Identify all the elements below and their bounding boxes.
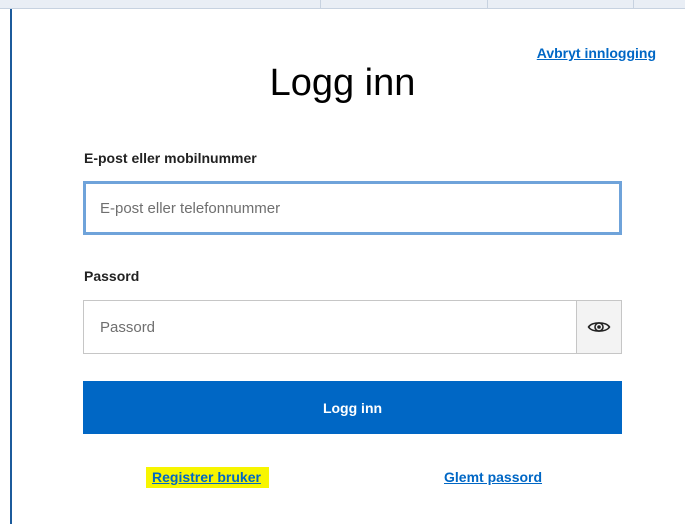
show-password-button[interactable] xyxy=(576,300,622,354)
email-label: E-post eller mobilnummer xyxy=(84,150,257,166)
register-user-link[interactable]: Registrer bruker xyxy=(146,467,269,488)
password-label: Passord xyxy=(84,268,140,284)
password-input[interactable] xyxy=(83,300,576,354)
login-button[interactable]: Logg inn xyxy=(83,381,622,434)
eye-icon xyxy=(587,322,611,332)
email-input[interactable] xyxy=(83,181,622,235)
top-edge-divider xyxy=(633,0,634,9)
login-page: Avbryt innlogging Logg inn E-post eller … xyxy=(0,0,685,524)
top-edge-divider xyxy=(487,0,488,9)
cancel-login-link[interactable]: Avbryt innlogging xyxy=(537,45,656,61)
forgot-password-link[interactable]: Glemt passord xyxy=(444,469,542,485)
top-edge-divider xyxy=(320,0,321,9)
browser-top-edge xyxy=(0,0,685,9)
page-title: Logg inn xyxy=(269,62,416,104)
